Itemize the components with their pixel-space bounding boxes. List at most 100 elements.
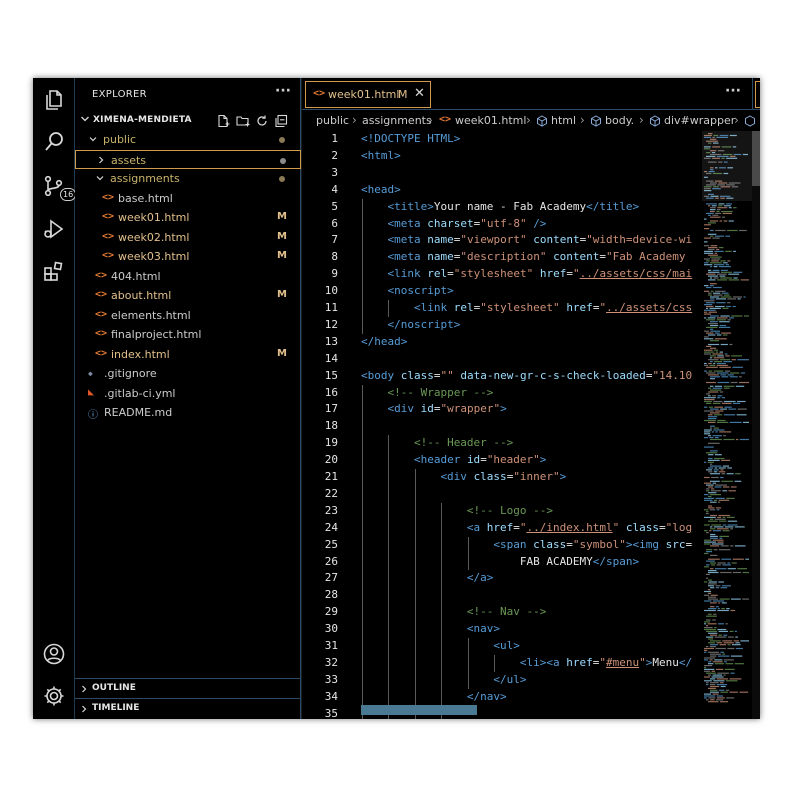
minimap-code-segment	[721, 376, 729, 378]
minimap-code-segment	[717, 273, 727, 275]
minimap-code-segment	[734, 526, 745, 528]
minimap-code-segment	[710, 678, 716, 680]
files-icon[interactable]	[42, 88, 66, 112]
minimap-code-segment	[733, 207, 737, 209]
code-line[interactable]: 3	[302, 165, 702, 182]
minimap-code-segment	[710, 655, 717, 657]
minimap-code-segment	[723, 642, 734, 644]
minimap-code-segment	[714, 406, 723, 408]
tab-week01-html[interactable]: <> week01.html M ✕	[305, 81, 431, 108]
tree-item-week02-html[interactable]: <> week02.html M	[75, 228, 301, 247]
minimap-code-segment	[728, 207, 732, 209]
explorer-more-actions-button[interactable]: ···	[275, 83, 291, 99]
code-editor[interactable]: 1 <!DOCTYPE HTML> 2 <html> 3 4 <head> 5 <title>Y…	[302, 131, 702, 719]
code-line[interactable]: 14	[302, 351, 702, 368]
minimap-code-segment	[720, 469, 724, 471]
line-code: </a>	[466, 571, 494, 585]
code-line[interactable]: 4 <head>	[302, 182, 702, 199]
minimap-code-segment	[708, 292, 712, 294]
minimap[interactable]	[702, 131, 752, 719]
code-line[interactable]: 2 <html>	[302, 148, 702, 165]
refresh-icon[interactable]	[255, 114, 269, 128]
timeline-panel-header[interactable]: TIMELINE	[75, 698, 301, 718]
minimap-code-segment	[704, 419, 716, 422]
tree-item-public[interactable]: public	[75, 130, 301, 149]
vertical-scrollbar-track[interactable]	[752, 131, 760, 719]
minimap-code-segment	[729, 691, 738, 693]
minimap-code-segment	[740, 279, 749, 281]
minimap-code-segment	[708, 674, 712, 676]
source-control-icon[interactable]: 16	[42, 174, 77, 201]
line-code: <!-- Nav -->	[466, 605, 547, 619]
indent-guide	[467, 638, 469, 689]
tree-item-week03-html[interactable]: <> week03.html M	[75, 247, 301, 266]
minimap-code-segment	[708, 362, 712, 365]
extensions-icon[interactable]	[42, 260, 66, 284]
minimap-code-segment	[716, 362, 726, 365]
minimap-code-segment	[722, 465, 729, 467]
new-folder-icon[interactable]	[236, 114, 250, 128]
workspace-root-row[interactable]: XIMENA-MENDIETA	[75, 112, 301, 130]
tree-item-assets[interactable]: assets	[75, 149, 301, 169]
minimap-code-segment	[710, 602, 717, 604]
modified-badge: M	[277, 250, 287, 261]
code-line[interactable]: 1 <!DOCTYPE HTML>	[302, 131, 702, 148]
minimap-code-segment	[733, 640, 739, 642]
tree-item-finalproject-html[interactable]: <> finalproject.html	[75, 325, 301, 344]
indent-guide	[441, 502, 443, 719]
minimap-code-segment	[704, 311, 708, 313]
code-line[interactable]: 15 <body class="" data-new-gr-c-s-check-l…	[302, 368, 702, 385]
minimap-code-segment	[713, 526, 724, 528]
chevron-right-icon: ›	[734, 113, 739, 127]
minimap-code-segment	[710, 480, 720, 482]
minimap-code-segment	[710, 463, 713, 465]
minimap-code-segment	[723, 486, 730, 488]
code-line[interactable]: 13 </head>	[302, 334, 702, 351]
tree-item-elements-html[interactable]: <> elements.html	[75, 306, 301, 325]
tree-item-gitignore[interactable]: ◆ .gitignore	[75, 364, 301, 383]
minimap-code-segment	[736, 414, 747, 416]
breadcrumb-item[interactable]: div#wrapper	[664, 114, 735, 127]
search-icon[interactable]	[42, 130, 66, 154]
tab-overflow-edge	[755, 81, 760, 108]
git-file-icon: ◆	[88, 369, 93, 378]
close-icon[interactable]: ✕	[414, 86, 425, 101]
collapse-all-icon[interactable]	[274, 114, 288, 128]
tree-item-assignments[interactable]: assignments	[75, 169, 301, 188]
breadcrumb-item[interactable]: public	[316, 114, 349, 127]
run-debug-icon[interactable]	[42, 217, 66, 241]
new-file-icon[interactable]	[216, 114, 230, 128]
breadcrumb-item[interactable]: body.	[605, 114, 634, 127]
tree-item-about-html[interactable]: <> about.html M	[75, 286, 301, 305]
explorer-title: EXPLORER	[92, 89, 147, 100]
settings-gear-icon[interactable]	[42, 684, 66, 708]
minimap-code-segment	[706, 305, 714, 308]
breadcrumb-item[interactable]: html	[551, 114, 576, 127]
minimap-code-segment	[706, 273, 716, 275]
breadcrumb-item[interactable]: week01.html	[455, 114, 526, 127]
horizontal-scrollbar-thumb[interactable]	[361, 705, 477, 715]
line-number: 21	[324, 470, 338, 483]
minimap-code-segment	[714, 454, 722, 456]
line-code: <title>Your name - Fab Academy</title>	[387, 199, 640, 213]
breadcrumb-item[interactable]: assignments	[362, 114, 432, 127]
minimap-code-segment	[711, 258, 721, 260]
minimap-code-segment	[709, 262, 722, 264]
minimap-viewport-slider[interactable]	[702, 131, 752, 201]
tree-item-index-html[interactable]: <> index.html M	[75, 345, 301, 364]
minimap-code-segment	[717, 628, 727, 631]
tree-item-week01-html[interactable]: <> week01.html M	[75, 208, 301, 227]
minimap-code-segment	[706, 684, 709, 686]
chevron-down-icon	[96, 176, 104, 181]
editor-more-actions-button[interactable]: ···	[725, 83, 741, 99]
vertical-scrollbar-thumb[interactable]	[752, 131, 760, 186]
outline-panel-header[interactable]: OUTLINE	[75, 678, 301, 698]
minimap-code-segment	[711, 676, 724, 678]
tree-item-base-html[interactable]: <> base.html	[75, 189, 301, 208]
account-icon[interactable]	[42, 642, 66, 666]
tree-item-readme-md[interactable]: ⓘ README.md	[75, 403, 301, 422]
tree-item-404-html[interactable]: <> 404.html	[75, 267, 301, 286]
minimap-code-segment	[706, 302, 715, 304]
minimap-code-segment	[706, 345, 712, 347]
tree-item-gitlab-ci-yml[interactable]: ◣ .gitlab-ci.yml	[75, 384, 301, 403]
